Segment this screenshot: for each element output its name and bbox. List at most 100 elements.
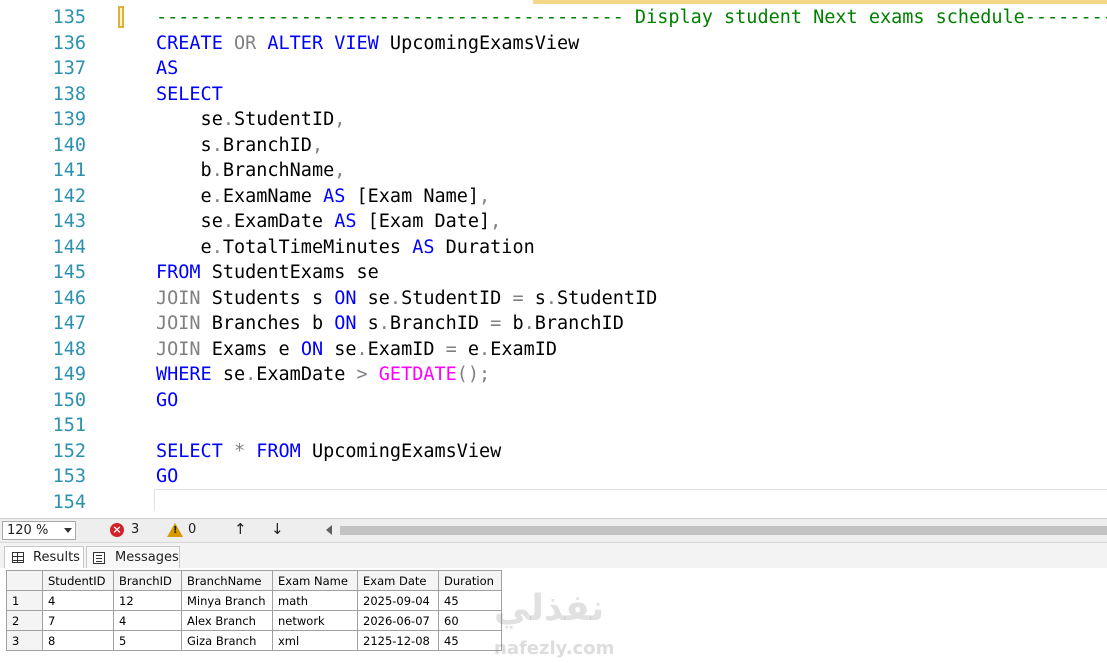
- grid-cell[interactable]: 2025-09-04: [357, 590, 439, 611]
- current-line-highlight[interactable]: [154, 489, 1107, 512]
- chevron-down-icon: [64, 528, 72, 533]
- grid-cell[interactable]: 60: [438, 610, 502, 631]
- line-number: 153: [52, 466, 86, 487]
- code-token: AS: [323, 185, 346, 207]
- code-token: se: [156, 109, 223, 130]
- zoom-value: 120 %: [7, 523, 49, 538]
- code-text: WHERE se.ExamDate > GETDATE();: [156, 362, 490, 388]
- column-header[interactable]: Duration: [438, 570, 502, 591]
- column-header[interactable]: BranchID: [113, 570, 182, 591]
- grid-cell[interactable]: 45: [438, 590, 502, 611]
- grid-cell[interactable]: 45: [438, 630, 502, 651]
- code-token: ExamID: [367, 338, 446, 360]
- code-line[interactable]: 146 JOIN Students s ON se.StudentID = s.S…: [0, 286, 1107, 312]
- editor-top-highlight: [533, 0, 1107, 4]
- code-line[interactable]: 144 e.TotalTimeMinutes AS Duration: [0, 235, 1107, 261]
- code-line[interactable]: 150 GO: [0, 388, 1107, 414]
- code-line[interactable]: 136 CREATE OR ALTER VIEW UpcomingExamsVie…: [0, 31, 1107, 57]
- code-line[interactable]: 143 se.ExamDate AS [Exam Date],: [0, 209, 1107, 235]
- warning-count[interactable]: 0: [188, 522, 196, 537]
- code-line[interactable]: 153 GO: [0, 464, 1107, 490]
- previous-issue-arrow-icon[interactable]: ↑: [234, 520, 247, 538]
- code-token: AS: [334, 211, 357, 232]
- code-line[interactable]: 137 AS: [0, 56, 1107, 82]
- code-line[interactable]: 151: [0, 413, 1107, 439]
- row-number-header[interactable]: [6, 570, 43, 591]
- tab-messages-label: Messages: [115, 550, 179, 565]
- grid-cell[interactable]: Minya Branch: [181, 590, 273, 611]
- grid-cell[interactable]: 4: [113, 610, 182, 631]
- line-number: 142: [52, 185, 86, 207]
- results-grid[interactable]: StudentID BranchID BranchName Exam Name …: [6, 570, 502, 651]
- query-editor[interactable]: 135 -------------------------------------…: [0, 0, 1107, 518]
- line-number: 135: [52, 7, 86, 28]
- table-row[interactable]: 1 4 12 Minya Branch math 2025-09-04 45: [6, 590, 502, 611]
- horizontal-scrollbar[interactable]: [322, 523, 1107, 538]
- code-token: JOIN: [156, 287, 201, 309]
- line-number: 139: [52, 109, 86, 130]
- line-number: 147: [52, 313, 86, 334]
- code-token: Branches b: [200, 313, 335, 334]
- code-line[interactable]: 152 SELECT * FROM UpcomingExamsView: [0, 439, 1107, 465]
- code-text: JOIN Students s ON se.StudentID = s.Stud…: [156, 286, 657, 312]
- column-header[interactable]: Exam Name: [272, 570, 358, 591]
- code-line[interactable]: 142 e.ExamName AS [Exam Name],: [0, 184, 1107, 210]
- grid-cell[interactable]: math: [272, 590, 358, 611]
- next-issue-arrow-icon[interactable]: ↓: [271, 520, 284, 538]
- code-token: ,: [334, 160, 346, 181]
- grid-cell[interactable]: network: [272, 610, 358, 631]
- code-token: .: [523, 313, 535, 334]
- scroll-left-arrow-icon[interactable]: [326, 525, 332, 535]
- code-line[interactable]: 141 b.BranchName,: [0, 158, 1107, 184]
- row-number[interactable]: 1: [6, 590, 43, 611]
- zoom-dropdown[interactable]: 120 %: [2, 521, 76, 540]
- code-line[interactable]: 135 -------------------------------------…: [0, 5, 1107, 31]
- grid-cell[interactable]: Giza Branch: [181, 630, 273, 651]
- grid-cell[interactable]: 2026-06-07: [357, 610, 439, 631]
- code-token: se: [323, 338, 357, 360]
- code-text: JOIN Branches b ON s.BranchID = b.Branch…: [156, 311, 624, 337]
- editor-status-bar: 120 % × 3 ! 0 ↑ ↓: [0, 518, 1107, 542]
- tab-results[interactable]: Results: [4, 546, 84, 570]
- code-line[interactable]: 140 s.BranchID,: [0, 133, 1107, 159]
- grid-cell[interactable]: 7: [42, 610, 114, 631]
- column-header[interactable]: BranchName: [181, 570, 273, 591]
- code-line[interactable]: 148 JOIN Exams e ON se.ExamID = e.ExamID: [0, 337, 1107, 363]
- error-circle-icon[interactable]: ×: [110, 523, 124, 537]
- code-token: JOIN: [156, 338, 201, 360]
- code-text: FROM StudentExams se: [156, 260, 379, 286]
- table-row[interactable]: 2 7 4 Alex Branch network 2026-06-07 60: [6, 610, 502, 631]
- grid-cell[interactable]: xml: [272, 630, 358, 651]
- code-line[interactable]: 145 FROM StudentExams se: [0, 260, 1107, 286]
- tab-results-label: Results: [33, 550, 80, 565]
- grid-cell[interactable]: 12: [113, 590, 182, 611]
- code-token: BranchID: [389, 313, 491, 334]
- code-token: .: [545, 287, 558, 309]
- code-token: .: [211, 160, 223, 181]
- row-number[interactable]: 3: [6, 630, 43, 651]
- column-header[interactable]: Exam Date: [357, 570, 439, 591]
- tab-messages[interactable]: Messages: [86, 546, 180, 570]
- code-token: UpcomingExamsView: [378, 32, 580, 54]
- grid-cell[interactable]: 8: [42, 630, 114, 651]
- row-number[interactable]: 2: [6, 610, 43, 631]
- column-header[interactable]: StudentID: [42, 570, 114, 591]
- code-token: GO: [156, 466, 179, 487]
- grid-cell[interactable]: 5: [113, 630, 182, 651]
- code-line[interactable]: 147 JOIN Branches b ON s.BranchID = b.Bra…: [0, 311, 1107, 337]
- grid-cell[interactable]: Alex Branch: [181, 610, 273, 631]
- code-text: GO: [156, 464, 178, 490]
- error-count[interactable]: 3: [131, 522, 139, 537]
- grid-cell[interactable]: 4: [42, 590, 114, 611]
- code-token: =: [512, 287, 524, 309]
- grid-icon: [12, 552, 24, 563]
- code-line[interactable]: 139 se.StudentID,: [0, 107, 1107, 133]
- table-row[interactable]: 3 8 5 Giza Branch xml 2125-12-08 45: [6, 630, 502, 651]
- code-token: .: [389, 287, 402, 309]
- code-line[interactable]: 138 SELECT: [0, 82, 1107, 108]
- code-line[interactable]: 149 WHERE se.ExamDate > GETDATE();: [0, 362, 1107, 388]
- code-token: TotalTimeMinutes: [222, 236, 413, 258]
- scrollbar-thumb[interactable]: [340, 526, 1107, 535]
- grid-cell[interactable]: 2125-12-08: [357, 630, 439, 651]
- code-token: .: [222, 211, 234, 232]
